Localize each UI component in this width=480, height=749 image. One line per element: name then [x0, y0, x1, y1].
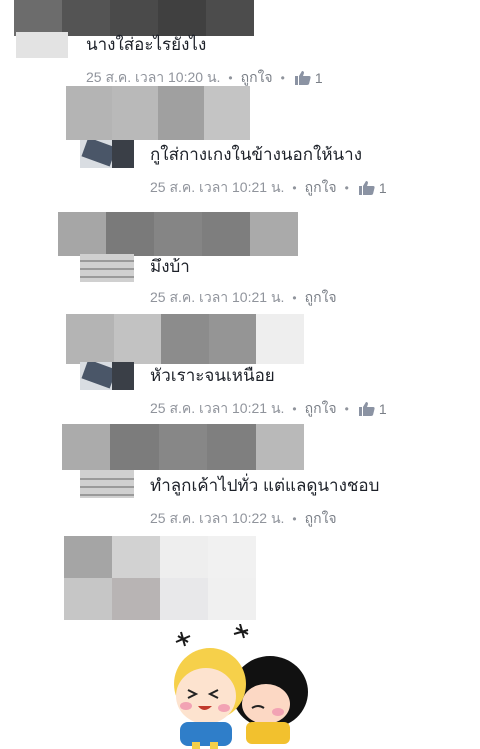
comment-timestamp[interactable]: 25 ส.ค. เวลา 10:21 น.: [150, 398, 284, 420]
sticker-image[interactable]: [166, 624, 316, 749]
separator-dot: •: [292, 291, 297, 305]
avatar[interactable]: [80, 362, 134, 390]
avatar[interactable]: [80, 470, 134, 498]
comment-text: มึงบ้า: [150, 257, 190, 276]
comment-meta: 25 ส.ค. เวลา 10:21 น. • ถูกใจ • 1: [150, 398, 387, 420]
thumbs-up-icon: [294, 71, 311, 85]
comment-text: กูใส่กางเกงในข้างนอกให้นาง: [150, 145, 363, 164]
comment-text: หัวเราะจนเหนือย: [150, 366, 275, 385]
comment-text: ทำลูกเค้าไปทั่ว แต่แลดูนางชอบ: [150, 476, 380, 495]
separator-dot: •: [344, 181, 349, 195]
separator-dot: •: [228, 71, 233, 85]
comment-meta: 25 ส.ค. เวลา 10:21 น. • ถูกใจ • 1: [150, 177, 387, 199]
like-count: 1: [378, 401, 387, 417]
thumbs-up-icon: [358, 181, 375, 195]
redacted-name-2: [66, 86, 250, 140]
avatar[interactable]: [80, 254, 134, 282]
separator-dot: •: [292, 512, 297, 526]
redacted-name-5: [62, 424, 304, 470]
like-link[interactable]: ถูกใจ: [305, 398, 337, 420]
comment-timestamp[interactable]: 25 ส.ค. เวลา 10:22 น.: [150, 508, 284, 530]
redacted-block: [64, 536, 256, 620]
separator-dot: •: [344, 402, 349, 416]
comment-meta: 25 ส.ค. เวลา 10:21 น. • ถูกใจ: [150, 287, 337, 309]
thumbs-up-icon: [358, 402, 375, 416]
like-link[interactable]: ถูกใจ: [305, 177, 337, 199]
like-count: 1: [378, 180, 387, 196]
avatar[interactable]: [16, 32, 68, 58]
comment-timestamp[interactable]: 25 ส.ค. เวลา 10:21 น.: [150, 177, 284, 199]
like-count: 1: [314, 70, 323, 86]
avatar[interactable]: [80, 140, 134, 168]
separator-dot: •: [292, 181, 297, 195]
comment-meta: 25 ส.ค. เวลา 10:22 น. • ถูกใจ: [150, 508, 337, 530]
comment-timestamp[interactable]: 25 ส.ค. เวลา 10:21 น.: [150, 287, 284, 309]
redacted-name-3: [58, 212, 298, 256]
separator-dot: •: [280, 71, 285, 85]
separator-dot: •: [292, 402, 297, 416]
like-link[interactable]: ถูกใจ: [305, 508, 337, 530]
like-link[interactable]: ถูกใจ: [305, 287, 337, 309]
comment-text: นางใส่อะไรยังไง: [86, 35, 207, 54]
redacted-name-4: [66, 314, 304, 364]
